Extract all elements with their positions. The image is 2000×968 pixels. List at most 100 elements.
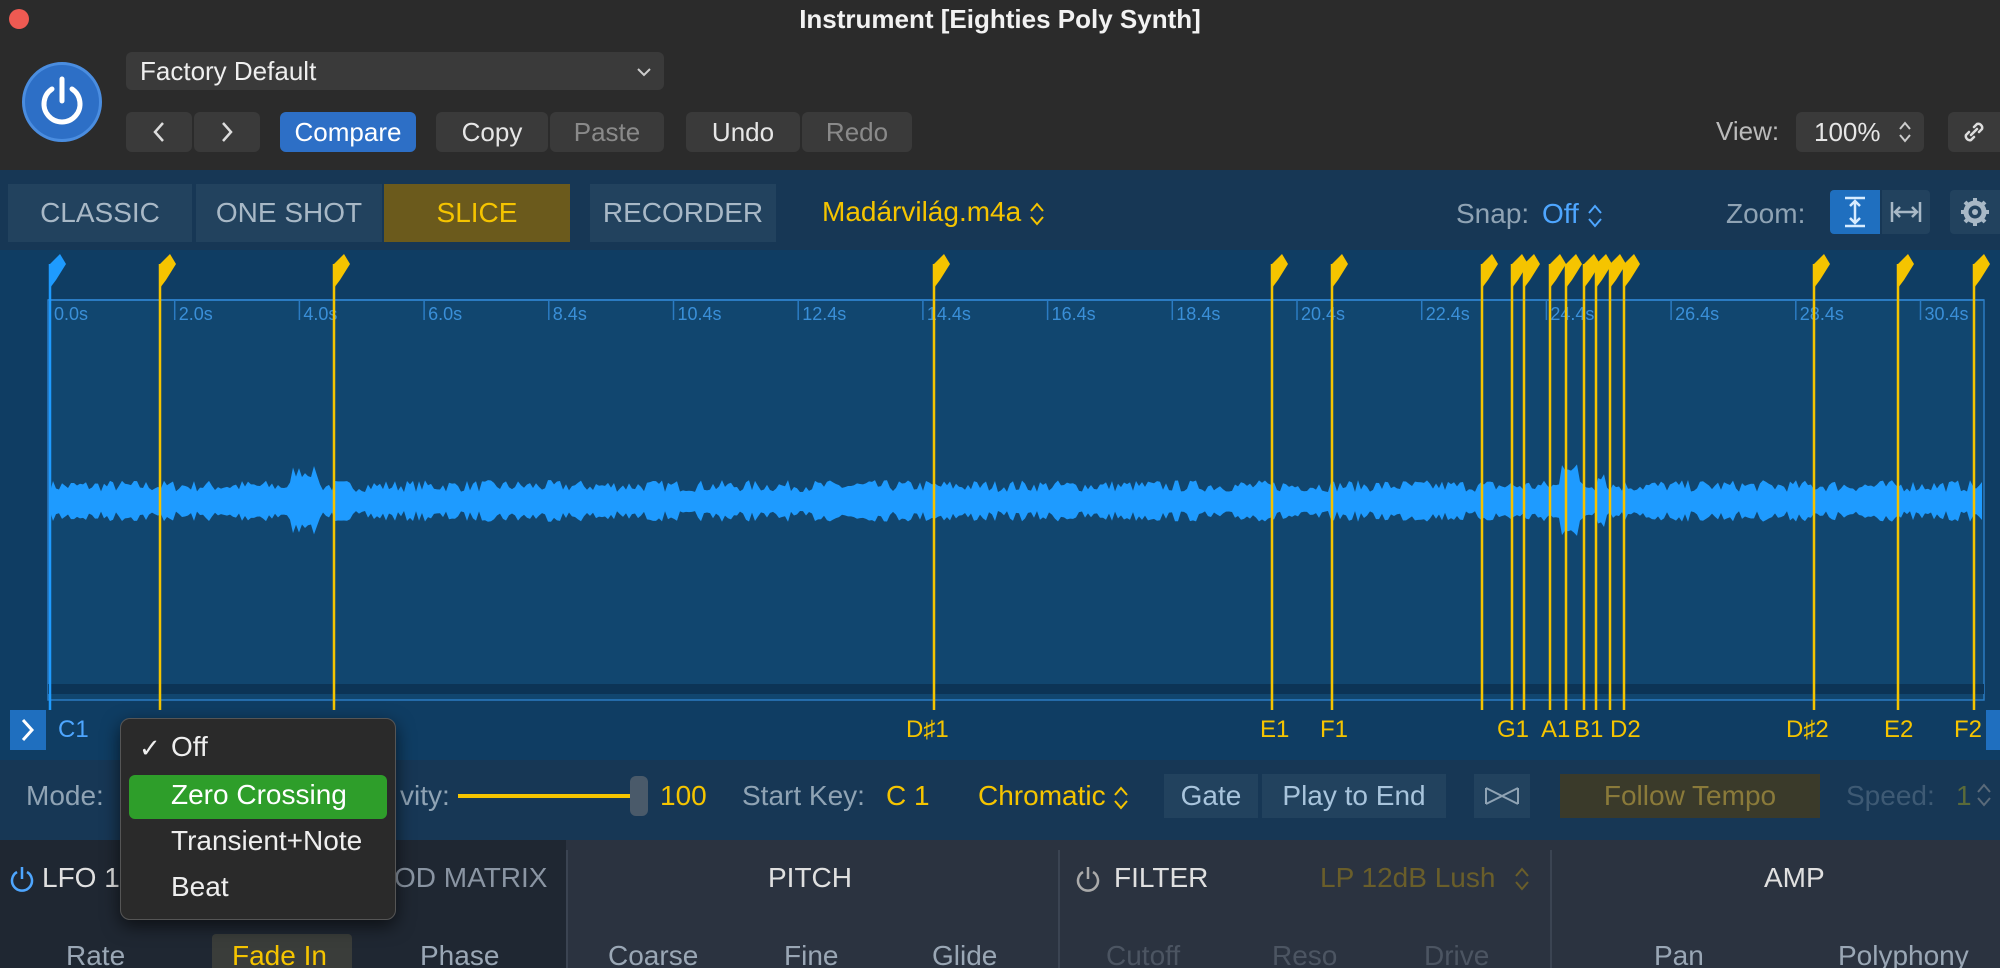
slice-marker-flag[interactable] — [1974, 254, 1990, 288]
filter-drive-label: Drive — [1424, 940, 1490, 968]
up-down-chevron-icon — [1515, 867, 1529, 891]
waveform-display[interactable]: 0.0s 2.0s 4.0s 6.0s 8.4s 10.4s 12.4s 14.4s 16.4s… — [0, 250, 2000, 760]
chevron-right-icon — [222, 122, 233, 142]
mode-dropdown-menu[interactable]: ✓ Off Zero Crossing Transient+Note Beat — [120, 718, 396, 920]
slice-marker-flag[interactable] — [1482, 254, 1498, 288]
slice-marker-flag[interactable] — [1524, 254, 1540, 288]
slice-marker-flag[interactable] — [160, 254, 176, 288]
up-down-chevron-icon — [1030, 202, 1044, 226]
preset-name: Factory Default — [140, 56, 317, 86]
timeline-tick-label: 18.4s — [1176, 304, 1220, 324]
slice-start-marker-flag[interactable] — [50, 254, 66, 288]
pitch-glide-label: Glide — [932, 940, 998, 968]
settings-button[interactable] — [1950, 190, 2000, 234]
start-key-value[interactable]: C 1 — [886, 780, 930, 812]
timeline-tick-label: 2.0s — [179, 304, 213, 324]
redo-button[interactable]: Redo — [802, 112, 912, 152]
snap-value: Off — [1542, 198, 1579, 229]
pitch-fine-label: Fine — [784, 940, 839, 968]
link-button[interactable] — [1948, 112, 2000, 152]
slice-marker-flag[interactable] — [1566, 254, 1582, 288]
zoom-vertical-button[interactable] — [1830, 190, 1880, 234]
scale-select[interactable]: Chromatic — [978, 780, 1129, 812]
sensitivity-slider[interactable] — [458, 794, 640, 798]
lfo-phase-label: Phase — [420, 940, 500, 968]
view-zoom-select[interactable]: 100% — [1796, 112, 1924, 152]
tab-slice[interactable]: SLICE — [384, 184, 570, 242]
timeline-tick-label: 28.4s — [1800, 304, 1844, 324]
slice-marker-flag[interactable] — [1898, 254, 1914, 288]
slice-note-label: E1 — [1260, 716, 1290, 743]
slice-marker-flag[interactable] — [1624, 254, 1640, 288]
sensitivity-slider-thumb[interactable] — [630, 776, 648, 816]
slice-note-label: D♯2 — [1786, 716, 1829, 743]
filter-power-icon[interactable] — [1074, 864, 1102, 894]
slice-note-label: D♯1 — [906, 716, 949, 743]
up-down-chevron-icon — [1587, 204, 1602, 228]
sample-file-select[interactable]: Madárvilág.m4a — [822, 196, 1045, 228]
timeline-tick-label: 4.0s — [303, 304, 337, 324]
menu-item-zero-crossing[interactable]: Zero Crossing — [171, 779, 347, 811]
up-down-chevron-icon — [1114, 786, 1129, 810]
chevron-left-icon — [153, 122, 164, 142]
tab-classic[interactable]: CLASSIC — [8, 184, 192, 242]
compare-button[interactable]: Compare — [280, 112, 416, 152]
next-preset-button[interactable] — [194, 112, 260, 152]
mode-label: Mode: — [26, 780, 104, 811]
menu-item-beat[interactable]: Beat — [171, 871, 229, 903]
expand-slices-button[interactable] — [10, 710, 46, 750]
copy-button[interactable]: Copy — [436, 112, 548, 152]
lfo-title[interactable]: LFO 1 — [42, 862, 120, 894]
timeline-tick-label: 24.4s — [1550, 304, 1594, 324]
menu-item-off[interactable]: Off — [171, 731, 208, 763]
timeline-tick-label: 6.0s — [428, 304, 462, 324]
sample-file-name: Madárvilág.m4a — [822, 196, 1022, 227]
preset-menu[interactable]: Factory Default — [126, 52, 664, 90]
power-icon — [41, 76, 83, 125]
power-button[interactable] — [22, 62, 102, 142]
slice-marker-flag[interactable] — [1550, 254, 1566, 288]
undo-button[interactable]: Undo — [686, 112, 800, 152]
paste-button[interactable]: Paste — [550, 112, 664, 152]
sensitivity-label: vity: — [400, 780, 450, 811]
checkmark-icon: ✓ — [139, 733, 161, 763]
lfo-fade-in-label[interactable]: Fade In — [232, 940, 327, 968]
play-to-end-button[interactable]: Play to End — [1262, 774, 1446, 818]
slice-marker-flag[interactable] — [334, 254, 350, 288]
slice-marker-flag[interactable] — [934, 254, 950, 288]
zoom-label: Zoom: — [1726, 198, 1806, 229]
menu-item-transient-note[interactable]: Transient+Note — [171, 825, 362, 857]
crossfade-icon — [1485, 787, 1519, 805]
speed-value[interactable]: 1 — [1956, 780, 1972, 812]
tab-one-shot[interactable]: ONE SHOT — [196, 184, 382, 242]
amp-title: AMP — [1764, 862, 1825, 893]
previous-preset-button[interactable] — [126, 112, 192, 152]
link-icon — [1964, 122, 1984, 142]
lfo-power-icon[interactable] — [8, 864, 36, 894]
up-down-chevron-icon — [1977, 783, 1991, 807]
slice-marker-flag[interactable] — [1814, 254, 1830, 288]
gate-button[interactable]: Gate — [1164, 774, 1258, 818]
mod-matrix-tab[interactable]: OD MATRIX — [394, 862, 547, 894]
filter-cutoff-label: Cutoff — [1106, 940, 1181, 968]
tab-recorder[interactable]: RECORDER — [590, 184, 776, 242]
crossfade-button[interactable] — [1474, 774, 1530, 818]
chevron-down-icon — [637, 68, 651, 77]
slice-marker-flag[interactable] — [1272, 254, 1288, 288]
slice-note-label: B1 — [1574, 716, 1604, 743]
end-handle[interactable] — [1986, 710, 2000, 750]
slice-note-label: G1 — [1497, 716, 1530, 743]
vertical-zoom-icon — [1845, 196, 1865, 228]
amp-polyphony-label: Polyphony — [1838, 940, 1969, 968]
snap-label: Snap: — [1456, 198, 1530, 229]
filter-type-select[interactable]: LP 12dB Lush — [1320, 862, 1495, 894]
timeline-tick-label: 0.0s — [54, 304, 88, 324]
snap-select[interactable]: Off — [1542, 198, 1603, 230]
slice-marker-flag[interactable] — [1332, 254, 1348, 288]
timeline-tick-label: 22.4s — [1426, 304, 1470, 324]
slice-note-label: D2 — [1610, 716, 1641, 743]
slice-note-label: F1 — [1320, 716, 1349, 743]
zoom-horizontal-button[interactable] — [1882, 190, 1930, 234]
follow-tempo-button[interactable]: Follow Tempo — [1560, 774, 1820, 818]
slice-note-label: F2 — [1954, 716, 1983, 743]
